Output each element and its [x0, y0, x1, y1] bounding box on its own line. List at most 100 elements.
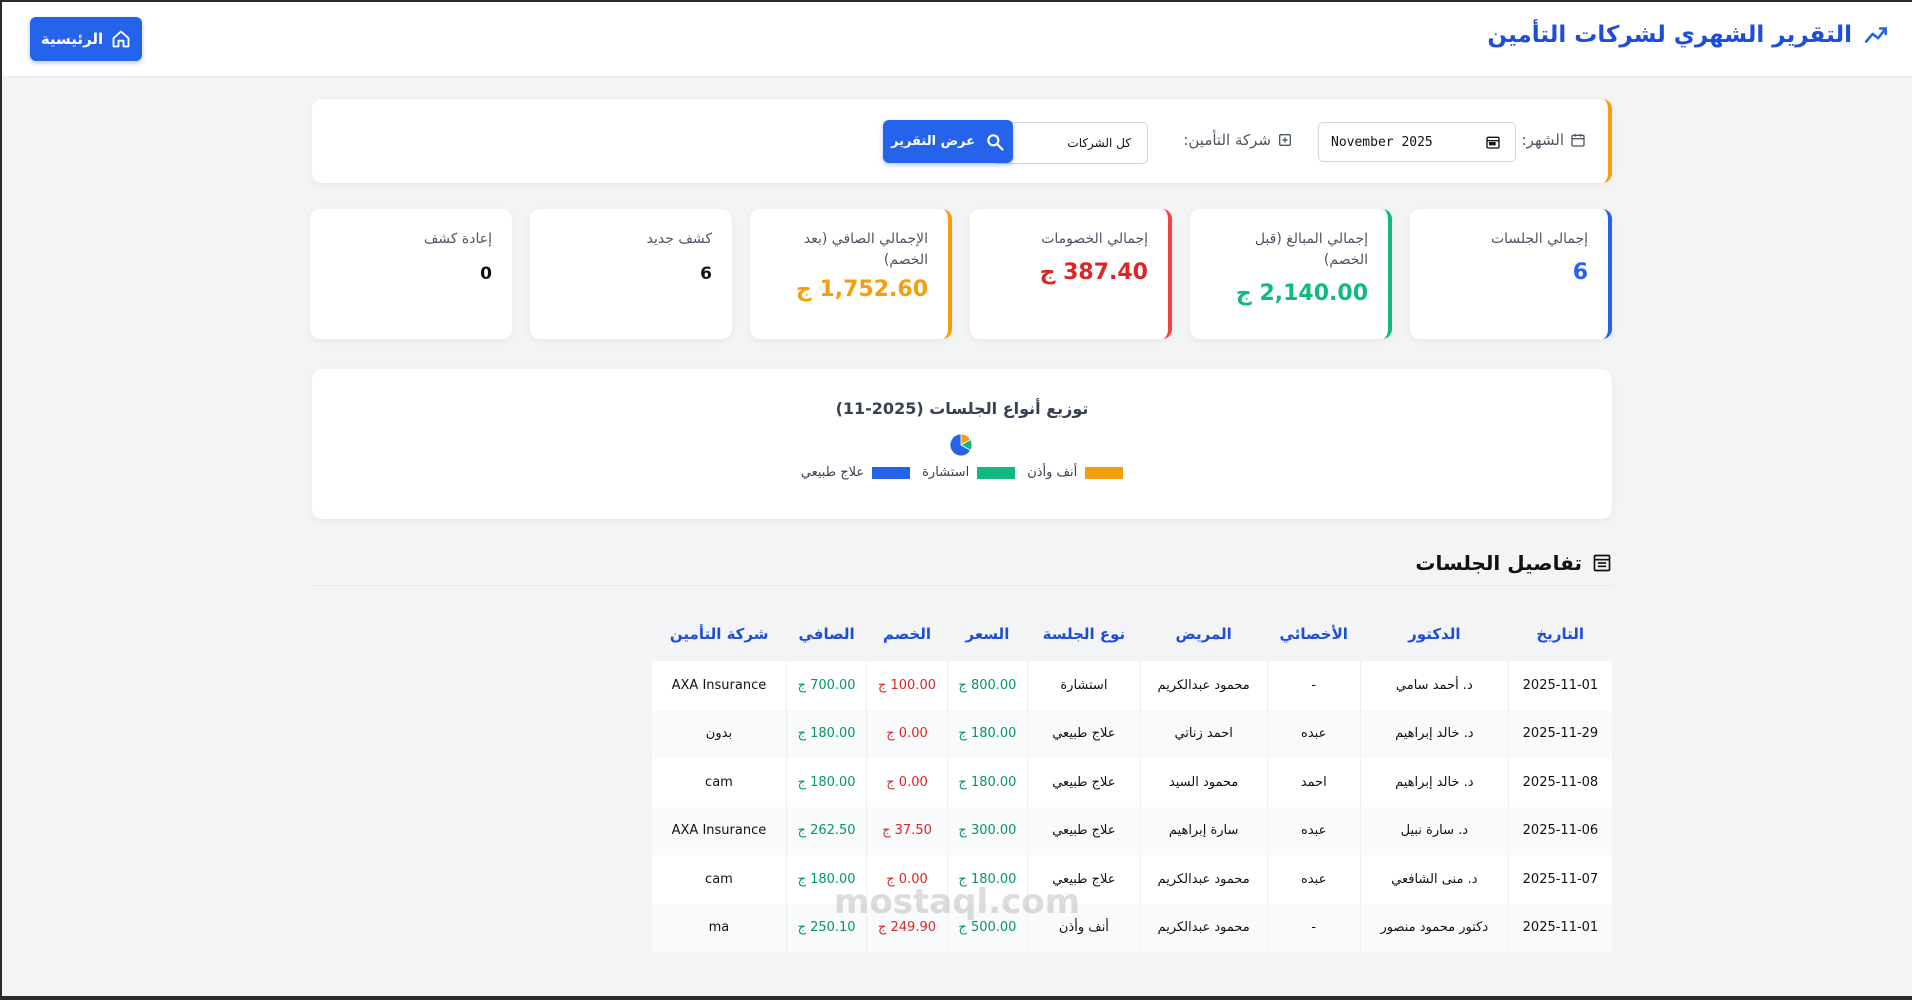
table-cell: cam — [705, 871, 733, 887]
table-cell: علاج طبيعي — [1027, 758, 1141, 807]
show-report-button[interactable]: عرض التقرير — [883, 120, 1013, 163]
legend-swatch — [977, 466, 1016, 479]
stat-net-total: الإجمالي الصافي (بعد الخصم) 1,752.60 ج — [750, 209, 952, 339]
table-row[interactable]: 2025-11-07 د. منى الشافعي عبده محمود عبدالك… — [652, 855, 1612, 904]
table-cell: 2025-11-06 — [1507, 806, 1612, 855]
table-cell: ma — [708, 920, 730, 936]
table-cell: عبده — [1266, 855, 1361, 904]
legend-item[interactable]: أنف وأذن — [1027, 465, 1124, 480]
legend-swatch — [1085, 466, 1124, 479]
company-select[interactable]: كل الشركات — [992, 122, 1148, 164]
table-header-row: التاريخ الدكتور الأخصائي المريض نوع الجلسة ال… — [652, 606, 1612, 661]
table-cell: 37.50 ج — [866, 806, 948, 855]
stat-label: الإجمالي الصافي (بعد الخصم) — [803, 231, 928, 268]
calendar-picker-icon[interactable] — [1485, 134, 1501, 150]
legend-swatch — [872, 466, 911, 479]
table-cell: 2025-11-01 — [1507, 903, 1612, 952]
stat-new-exam: كشف جديد 6 — [530, 209, 732, 339]
table-row[interactable]: 2025-11-01 د. أحمد سامي - محمود عبدالكريم اس… — [652, 661, 1612, 710]
stat-total-sessions: إجمالي الجلسات 6 — [1410, 209, 1612, 339]
stat-total-discounts: إجمالي الخصومات 387.40 ج — [970, 209, 1172, 339]
show-report-label: عرض التقرير — [890, 134, 976, 149]
top-header: التقرير الشهري لشركات التأمين الرئيسية — [2, 2, 1912, 76]
stat-value: 6 — [700, 264, 712, 284]
chart-card: توزيع أنواع الجلسات (2025-11) أنف وأذن اس… — [312, 369, 1612, 519]
chart-legend: أنف وأذن استشارة علاج طبيعي — [312, 465, 1612, 480]
table-cell: 2025-11-01 — [1507, 661, 1612, 710]
column-header[interactable]: السعر — [947, 606, 1028, 661]
stat-value: 387.40 ج — [1039, 260, 1148, 285]
table-cell: احمد — [1266, 758, 1361, 807]
table-cell: سارة إبراهيم — [1139, 806, 1268, 855]
table-cell: AXA Insurance — [671, 823, 767, 839]
company-label-text: شركة التأمين: — [1183, 131, 1271, 149]
table-cell: cam — [705, 774, 733, 790]
watermark-logo: mostaql.com — [834, 882, 1080, 922]
table-row[interactable]: 2025-11-08 د. خالد إبراهيم احمد محمود السيد… — [652, 758, 1612, 807]
sessions-table-wrap: التاريخ الدكتور الأخصائي المريض نوع الجلسة ال… — [652, 606, 1612, 952]
table-cell: 180.00 ج — [785, 758, 867, 807]
stat-label: إجمالي المبالغ (قبل الخصم) — [1254, 231, 1368, 268]
calendar-icon — [1571, 134, 1585, 147]
table-cell: دكتور محمود منصور — [1359, 903, 1509, 952]
legend-label: استشارة — [922, 465, 970, 480]
table-cell: د. خالد إبراهيم — [1359, 709, 1509, 758]
table-cell: محمود السيد — [1139, 758, 1268, 807]
legend-item[interactable]: علاج طبيعي — [801, 465, 911, 480]
table-cell: استشارة — [1027, 661, 1141, 710]
legend-label: أنف وأذن — [1027, 465, 1078, 480]
stat-value: 2,140.00 ج — [1235, 281, 1368, 306]
month-input-value: November 2025 — [1331, 134, 1433, 150]
column-header[interactable]: الأخصائي — [1267, 606, 1361, 661]
table-cell: 800.00 ج — [946, 661, 1028, 710]
stat-label: إعادة كشف — [423, 231, 492, 247]
watermark-text: mostaql.com — [833, 882, 1080, 922]
column-header[interactable]: الخصم — [866, 606, 948, 661]
table-body: 2025-11-01 د. أحمد سامي - محمود عبدالكريم اس… — [652, 661, 1612, 952]
table-cell: د. أحمد سامي — [1359, 661, 1509, 710]
table-row[interactable]: 2025-11-29 د. خالد إبراهيم عبده احمد زناتي ع… — [652, 709, 1612, 758]
table-cell: 262.50 ج — [785, 806, 867, 855]
home-icon — [112, 30, 130, 48]
month-label-text: الشهر: — [1521, 131, 1564, 149]
stat-label: كشف جديد — [646, 231, 712, 247]
table-row[interactable]: 2025-11-06 د. سارة نبيل عبده سارة إبراهيم عل… — [652, 806, 1612, 855]
table-cell: 0.00 ج — [866, 758, 948, 807]
sessions-section-title: تفاصيل الجلسات — [1415, 551, 1612, 575]
table-row[interactable]: 2025-11-01 دكتور محمود منصور - محمود عبدالك… — [652, 903, 1612, 952]
column-header[interactable]: المريض — [1140, 606, 1268, 661]
table-cell: علاج طبيعي — [1027, 806, 1141, 855]
table-cell: 300.00 ج — [946, 806, 1028, 855]
table-cell: 2025-11-29 — [1507, 709, 1612, 758]
filter-card: الشهر: November 2025 شركة التأمين: كل ال… — [312, 99, 1612, 183]
column-header[interactable]: التاريخ — [1508, 606, 1612, 661]
column-header[interactable]: الصافي — [786, 606, 867, 661]
company-select-value: كل الشركات — [1067, 136, 1131, 150]
hospital-icon — [1279, 134, 1291, 146]
pie-chart — [949, 433, 973, 457]
app-window: التقرير الشهري لشركات التأمين الرئيسية ا… — [0, 0, 1912, 1000]
table-cell: 700.00 ج — [785, 661, 867, 710]
table-cell: عبده — [1266, 709, 1361, 758]
month-input[interactable]: November 2025 — [1318, 122, 1516, 162]
sessions-table: التاريخ الدكتور الأخصائي المريض نوع الجلسة ال… — [652, 606, 1612, 952]
sessions-title-text: تفاصيل الجلسات — [1415, 551, 1582, 575]
page-title: التقرير الشهري لشركات التأمين — [1487, 22, 1890, 48]
stat-total-amount: إجمالي المبالغ (قبل الخصم) 2,140.00 ج — [1190, 209, 1392, 339]
table-cell: AXA Insurance — [671, 677, 767, 693]
table-cell: - — [1266, 903, 1361, 952]
column-header[interactable]: الدكتور — [1360, 606, 1509, 661]
legend-item[interactable]: استشارة — [922, 465, 1016, 480]
table-cell: احمد زناتي — [1139, 709, 1268, 758]
column-header[interactable]: شركة التأمين — [652, 606, 787, 661]
table-cell: عبده — [1266, 806, 1361, 855]
month-filter-label: الشهر: — [1522, 131, 1586, 149]
column-header[interactable]: نوع الجلسة — [1027, 606, 1141, 661]
table-cell: علاج طبيعي — [1027, 709, 1141, 758]
table-cell: 180.00 ج — [785, 709, 867, 758]
home-button[interactable]: الرئيسية — [30, 17, 142, 61]
table-cell: - — [1266, 661, 1361, 710]
table-list-icon — [1593, 554, 1611, 572]
chart-title: توزيع أنواع الجلسات (2025-11) — [835, 399, 1089, 418]
table-cell: 2025-11-07 — [1507, 855, 1612, 904]
